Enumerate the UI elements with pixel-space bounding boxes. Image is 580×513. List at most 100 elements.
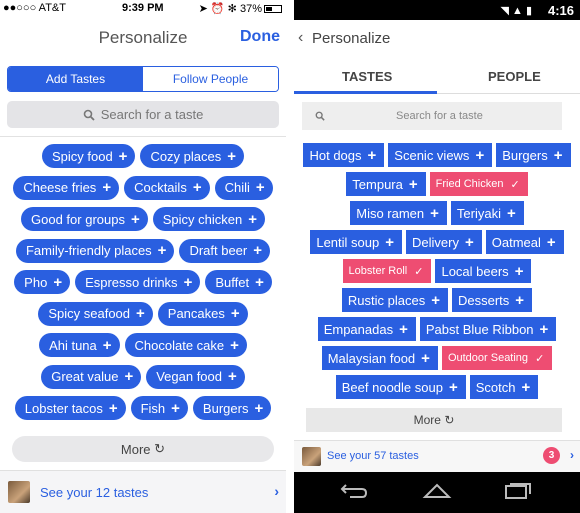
taste-chip-hot-dogs[interactable]: Hot dogs + — [303, 143, 385, 167]
chip-label: Fish — [140, 400, 166, 416]
chip-label: Buffet — [215, 274, 250, 290]
chip-label: Lobster tacos — [24, 400, 103, 416]
plus-icon: + — [192, 179, 202, 196]
back-icon[interactable]: ‹ — [298, 29, 303, 47]
chip-label: Desserts — [458, 292, 510, 308]
chip-label: Espresso drinks — [85, 274, 178, 290]
taste-chip-list: Hot dogs + Scenic views + Burgers + Tempura + Fr… — [294, 143, 580, 404]
search-input[interactable]: Search for a taste — [7, 101, 279, 128]
chip-row: Spicy seafood + Pancakes + — [0, 301, 286, 334]
chip-label: Spicy food — [51, 148, 113, 164]
refresh-icon: ↻ — [154, 441, 166, 456]
chip-label: Oatmeal — [491, 234, 541, 250]
chip-row: Ahi tuna + Chocolate cake + — [0, 333, 286, 365]
plus-icon: + — [408, 175, 418, 193]
taste-chip-burgers[interactable]: Burgers + — [192, 396, 272, 420]
check-icon: ✓ — [510, 178, 520, 191]
taste-chip-spicy-seafood[interactable]: Spicy seafood + — [38, 301, 153, 326]
more-button[interactable]: More ↻ — [306, 408, 562, 432]
count-badge: 3 — [543, 447, 560, 464]
plus-icon: + — [399, 320, 408, 338]
taste-chip-fried-chicken[interactable]: Fried Chicken ✓ — [429, 172, 528, 196]
plus-icon: + — [385, 233, 394, 251]
taste-chip-pabst-blue-ribbon[interactable]: Pabst Blue Ribbon + — [419, 317, 557, 341]
taste-chip-vegan-food[interactable]: Vegan food + — [146, 364, 245, 389]
chip-label: Pancakes — [167, 306, 225, 321]
plus-icon: + — [130, 210, 140, 228]
chip-label: Lentil soup — [316, 234, 380, 250]
tastes-footer[interactable]: See your 57 tastes 3 › — [294, 440, 580, 472]
tab-add-tastes[interactable]: Add Tastes — [8, 67, 143, 91]
search-input[interactable]: Search for a taste — [302, 102, 562, 130]
chip-label: Lobster Roll — [348, 265, 408, 277]
plus-icon: + — [230, 305, 240, 322]
taste-chip-pho[interactable]: Pho + — [14, 270, 71, 294]
plus-icon: + — [421, 349, 430, 367]
taste-chip-spicy-chicken[interactable]: Spicy chicken + — [152, 207, 265, 231]
plus-icon: + — [102, 179, 112, 196]
taste-chip-great-value[interactable]: Great value + — [41, 364, 142, 389]
taste-chip-pancakes[interactable]: Pancakes + — [157, 301, 248, 326]
check-icon: ✓ — [535, 352, 545, 365]
chip-row: Rustic places + Desserts + — [294, 288, 580, 317]
plus-icon: + — [124, 368, 134, 385]
taste-chip-rustic-places[interactable]: Rustic places + — [341, 288, 448, 312]
ios-screen: ●●○○○ AT&T 9:39 PM ➤ ⏰ ✻ 37% Personalize… — [0, 0, 286, 513]
taste-chip-chili[interactable]: Chili + — [214, 175, 273, 200]
taste-chip-family-friendly-places[interactable]: Family-friendly places + — [15, 238, 175, 263]
see-tastes-link[interactable]: See your 57 tastes — [327, 450, 419, 462]
taste-chip-cheese-fries[interactable]: Cheese fries + — [13, 175, 120, 200]
taste-chip-desserts[interactable]: Desserts + — [452, 288, 533, 312]
chip-label: Local beers — [441, 263, 509, 279]
see-tastes-link[interactable]: See your 12 tastes — [40, 485, 148, 500]
taste-chip-tempura[interactable]: Tempura + — [346, 172, 426, 196]
android-app-bar: ‹ Personalize — [294, 20, 580, 58]
chip-label: Chocolate cake — [134, 337, 225, 353]
more-label: More — [120, 441, 151, 457]
taste-chip-teriyaki[interactable]: Teriyaki + — [450, 201, 524, 225]
taste-chip-scenic-views[interactable]: Scenic views + — [388, 143, 493, 167]
tab-people[interactable]: PEOPLE — [488, 69, 541, 84]
taste-chip-scotch[interactable]: Scotch + — [469, 375, 539, 399]
ios-status-bar: ●●○○○ AT&T 9:39 PM ➤ ⏰ ✻ 37% — [0, 0, 286, 18]
taste-chip-ahi-tuna[interactable]: Ahi tuna + — [39, 333, 120, 357]
taste-chip-draft-beer[interactable]: Draft beer + — [179, 238, 271, 263]
back-nav-icon[interactable] — [340, 482, 368, 500]
taste-chip-local-beers[interactable]: Local beers + — [435, 259, 532, 283]
taste-chip-cozy-places[interactable]: Cozy places + — [140, 144, 245, 168]
avatar — [8, 481, 30, 503]
page-title: Personalize — [312, 30, 391, 47]
taste-chip-espresso-drinks[interactable]: Espresso drinks + — [75, 270, 201, 294]
tab-follow-people[interactable]: Follow People — [143, 67, 278, 91]
tastes-footer[interactable]: See your 12 tastes › — [0, 470, 286, 513]
taste-chip-malaysian-food[interactable]: Malaysian food + — [321, 346, 438, 370]
taste-chip-burgers[interactable]: Burgers + — [496, 143, 571, 167]
taste-chip-lobster-roll[interactable]: Lobster Roll ✓ — [342, 259, 432, 283]
taste-chip-lentil-soup[interactable]: Lentil soup + — [310, 230, 402, 254]
plus-icon: + — [228, 368, 237, 385]
plus-icon: + — [507, 204, 516, 222]
taste-chip-lobster-tacos[interactable]: Lobster tacos + — [14, 396, 126, 420]
recents-icon[interactable] — [504, 482, 532, 500]
taste-chip-empanadas[interactable]: Empanadas + — [317, 317, 416, 341]
taste-chip-buffet[interactable]: Buffet + — [205, 270, 272, 294]
taste-chip-good-for-groups[interactable]: Good for groups + — [21, 207, 148, 231]
plus-icon: + — [367, 146, 377, 164]
chip-row: Cheese fries + Cocktails + Chili + — [0, 175, 286, 208]
taste-chip-cocktails[interactable]: Cocktails + — [124, 175, 210, 200]
check-icon: ✓ — [414, 265, 424, 278]
more-button[interactable]: More ↻ — [12, 436, 274, 462]
taste-chip-miso-ramen[interactable]: Miso ramen + — [350, 201, 447, 225]
home-icon[interactable] — [422, 482, 452, 500]
taste-chip-chocolate-cake[interactable]: Chocolate cake + — [124, 333, 247, 357]
taste-chip-fish[interactable]: Fish + — [130, 396, 188, 420]
tab-tastes[interactable]: TASTES — [342, 69, 392, 84]
chip-label: Empanadas — [323, 321, 394, 337]
taste-chip-outdoor-seating[interactable]: Outdoor Seating ✓ — [441, 346, 553, 370]
taste-chip-spicy-food[interactable]: Spicy food + — [41, 144, 136, 168]
taste-chip-delivery[interactable]: Delivery + — [406, 230, 482, 254]
done-button[interactable]: Done — [240, 28, 280, 46]
taste-chip-oatmeal[interactable]: Oatmeal + — [485, 230, 564, 254]
taste-chip-beef-noodle-soup[interactable]: Beef noodle soup + — [335, 375, 466, 399]
plus-icon: + — [102, 336, 112, 354]
